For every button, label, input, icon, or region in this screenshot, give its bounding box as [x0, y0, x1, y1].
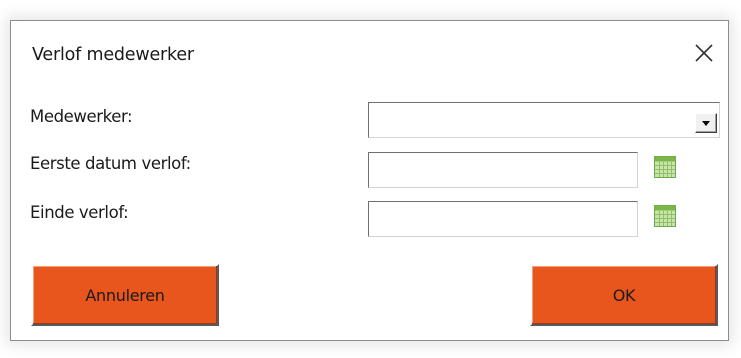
- chevron-down-icon[interactable]: [695, 113, 717, 133]
- first-date-input[interactable]: [368, 152, 638, 188]
- end-date-input[interactable]: [368, 201, 638, 237]
- leave-dialog: Verlof medewerker Medewerker: Eerste dat…: [10, 20, 729, 341]
- cancel-button[interactable]: Annuleren: [31, 264, 219, 326]
- calendar-icon: [654, 156, 676, 178]
- end-date-label: Einde verlof:: [30, 203, 129, 222]
- ok-button[interactable]: OK: [530, 264, 718, 326]
- dialog-title: Verlof medewerker: [32, 45, 194, 65]
- employee-label: Medewerker:: [30, 107, 133, 126]
- employee-combobox[interactable]: [368, 102, 720, 138]
- end-date-calendar-button[interactable]: [654, 205, 676, 227]
- close-button[interactable]: [692, 41, 716, 65]
- close-icon: [695, 44, 713, 62]
- calendar-icon: [654, 205, 676, 227]
- first-date-label: Eerste datum verlof:: [30, 154, 191, 173]
- first-date-calendar-button[interactable]: [654, 156, 676, 178]
